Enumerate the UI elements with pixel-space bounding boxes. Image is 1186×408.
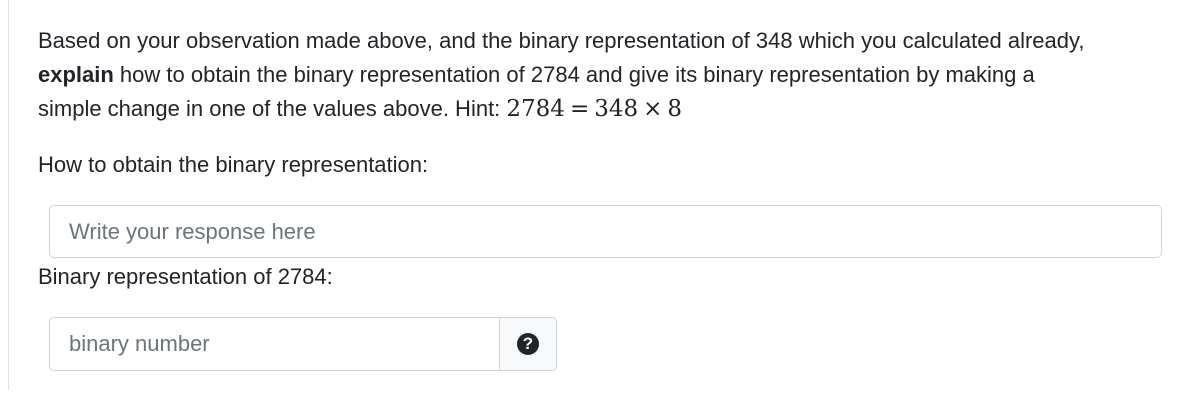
- help-button[interactable]: ?: [499, 317, 557, 371]
- binary-number-input[interactable]: [49, 317, 499, 371]
- question-line-2: how to obtain the binary representation …: [113, 62, 1035, 87]
- response-input[interactable]: [49, 205, 1162, 258]
- obtain-label: How to obtain the binary representation:: [38, 152, 429, 177]
- binary-label: Binary representation of 2784:: [38, 264, 333, 289]
- hint-lhs: 2784: [506, 96, 565, 122]
- left-border-rule: [8, 0, 9, 390]
- question-line-1: Based on your observation made above, an…: [38, 28, 1085, 53]
- hint-factor-a: 348: [594, 96, 639, 122]
- question-circle-icon: ?: [517, 333, 539, 355]
- explain-emphasis: explain: [38, 62, 114, 87]
- hint-times: ×: [643, 96, 663, 122]
- binary-input-group: ?: [49, 317, 557, 371]
- question-text: Based on your observation made above, an…: [38, 24, 1168, 126]
- hint-equals: =: [569, 96, 590, 122]
- hint-equation: 2784 = 348 × 8: [506, 96, 682, 122]
- hint-factor-b: 8: [667, 96, 683, 122]
- question-line-3: simple change in one of the values above…: [38, 96, 507, 121]
